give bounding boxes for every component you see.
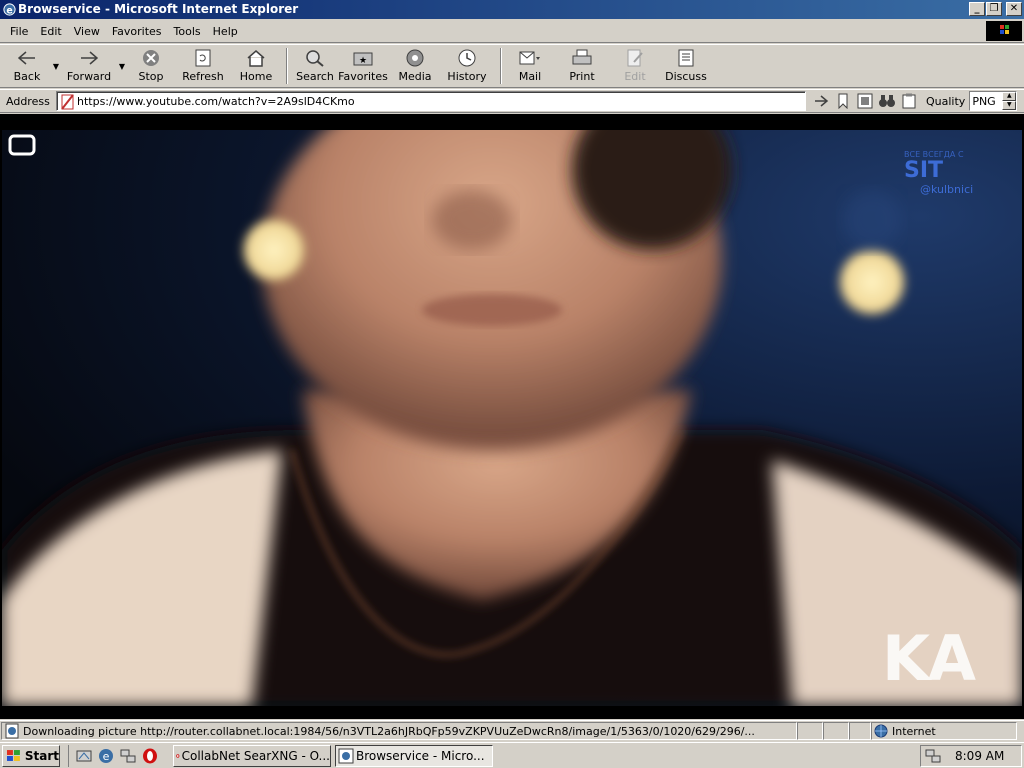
window-title: Browservice - Microsoft Internet Explore… (18, 2, 299, 16)
video-frame[interactable]: ВСЕ ВСЕГДА С SIT @kulbnici KA (2, 130, 1022, 706)
menu-favorites[interactable]: Favorites (106, 25, 168, 38)
opera-task-icon (176, 753, 180, 758)
back-arrow-icon (16, 48, 38, 68)
quality-label: Quality (926, 94, 966, 108)
edit-button[interactable]: Edit (612, 45, 658, 87)
quick-launch: e (68, 744, 159, 767)
discuss-button[interactable]: Discuss (658, 45, 714, 87)
page-icon (61, 94, 74, 110)
status-pane-blank2 (823, 722, 849, 740)
status-pane-blank1 (797, 722, 823, 740)
page-content: ВСЕ ВСЕГДА С SIT @kulbnici KA (0, 114, 1024, 719)
quality-down-button[interactable]: ▼ (1002, 101, 1017, 110)
standard-toolbar: Back ▼ Forward ▼ Stop Refresh Home Searc… (0, 44, 1024, 88)
go-arrow-icon[interactable] (812, 92, 830, 110)
zone-label: Internet (892, 724, 936, 738)
menu-help[interactable]: Help (207, 25, 244, 38)
home-button[interactable]: Home (232, 45, 280, 87)
favorites-button[interactable]: ★ Favorites (336, 45, 390, 87)
toolbar-separator (500, 48, 502, 84)
clipboard-icon[interactable] (900, 92, 918, 110)
watermark-line3: @kulbnici (920, 183, 974, 196)
address-url: https://www.youtube.com/watch?v=2A9slD4C… (77, 94, 355, 108)
bookmark-icon[interactable] (834, 92, 852, 110)
status-text: Downloading picture http://router.collab… (23, 724, 755, 738)
quality-select[interactable]: PNG ▲ ▼ (969, 91, 1018, 111)
quality-up-button[interactable]: ▲ (1002, 92, 1017, 101)
search-button[interactable]: Search (294, 45, 336, 87)
edit-page-icon (624, 48, 646, 68)
network-icon[interactable] (119, 747, 137, 765)
watermark-line2: SIT (904, 158, 944, 183)
svg-text:★: ★ (359, 56, 367, 66)
favorites-folder-icon: ★ (352, 48, 374, 68)
show-desktop-icon[interactable] (75, 747, 93, 765)
history-button[interactable]: History (440, 45, 494, 87)
menu-edit[interactable]: Edit (34, 25, 67, 38)
find-binoculars-icon[interactable] (878, 92, 896, 110)
channel-watermark: ВСЕ ВСЕГДА С SIT @kulbnici (904, 150, 1014, 196)
svg-text:e: e (6, 5, 12, 16)
status-bar: Downloading picture http://router.collab… (0, 720, 1024, 741)
address-label: Address (6, 94, 50, 108)
taskbar: Start e CollabNet SearXNG - O... Browser… (0, 742, 1024, 768)
watermark-line1: ВСЕ ВСЕГДА С (904, 150, 964, 159)
video-caption: KA (882, 622, 976, 695)
view-source-icon[interactable] (856, 92, 874, 110)
mail-button[interactable]: Mail (508, 45, 552, 87)
status-pane-blank3 (849, 722, 871, 740)
forward-button[interactable]: Forward (62, 45, 116, 87)
stop-icon (140, 48, 162, 68)
menu-tools[interactable]: Tools (168, 25, 207, 38)
status-zone-pane: Internet (871, 722, 1017, 740)
refresh-icon (192, 48, 214, 68)
mail-icon (519, 48, 541, 68)
network-status-icon[interactable] (925, 748, 941, 764)
status-text-pane: Downloading picture http://router.collab… (1, 722, 797, 740)
task-searxng[interactable]: CollabNet SearXNG - O... (173, 744, 331, 767)
forward-arrow-icon (78, 48, 100, 68)
print-button[interactable]: Print (552, 45, 612, 87)
menu-file[interactable]: File (4, 25, 34, 38)
internet-globe-icon (874, 724, 888, 738)
quality-value: PNG (972, 94, 996, 108)
video-image (2, 130, 1022, 706)
search-icon (304, 48, 326, 68)
discuss-icon (675, 48, 697, 68)
refresh-button[interactable]: Refresh (174, 45, 232, 87)
back-dropdown-button[interactable]: ▼ (50, 45, 62, 87)
stop-button[interactable]: Stop (128, 45, 174, 87)
menu-view[interactable]: View (68, 25, 106, 38)
minimize-button[interactable]: _ (969, 2, 985, 16)
clock[interactable]: 8:09 AM (955, 749, 1004, 763)
close-button[interactable]: ✕ (1006, 2, 1022, 16)
media-icon (404, 48, 426, 68)
address-input[interactable]: https://www.youtube.com/watch?v=2A9slD4C… (56, 91, 806, 111)
start-button[interactable]: Start (2, 744, 60, 767)
maximize-button[interactable]: ❐ (986, 2, 1002, 16)
opera-icon[interactable] (141, 747, 159, 765)
windows-flag-icon (6, 749, 20, 761)
printer-icon (571, 48, 593, 68)
toolbar-separator (286, 48, 288, 84)
internet-explorer-icon[interactable]: e (97, 747, 115, 765)
ie-app-icon: e (3, 3, 16, 16)
channel-logo-icon (8, 134, 36, 156)
forward-dropdown-button[interactable]: ▼ (116, 45, 128, 87)
window-titlebar[interactable]: e Browservice - Microsoft Internet Explo… (0, 0, 1024, 19)
ie-task-icon (338, 748, 354, 763)
media-button[interactable]: Media (390, 45, 440, 87)
task-browservice[interactable]: Browservice - Micro... (335, 744, 493, 767)
windows-logo-icon (986, 21, 1022, 41)
system-tray: 8:09 AM (920, 745, 1022, 767)
svg-text:e: e (103, 750, 110, 763)
history-icon (456, 48, 478, 68)
address-bar: Address https://www.youtube.com/watch?v=… (0, 89, 1024, 113)
home-icon (245, 48, 267, 68)
menu-bar: File Edit View Favorites Tools Help (0, 19, 1024, 43)
page-loading-icon (5, 723, 19, 739)
back-button[interactable]: Back (4, 45, 50, 87)
